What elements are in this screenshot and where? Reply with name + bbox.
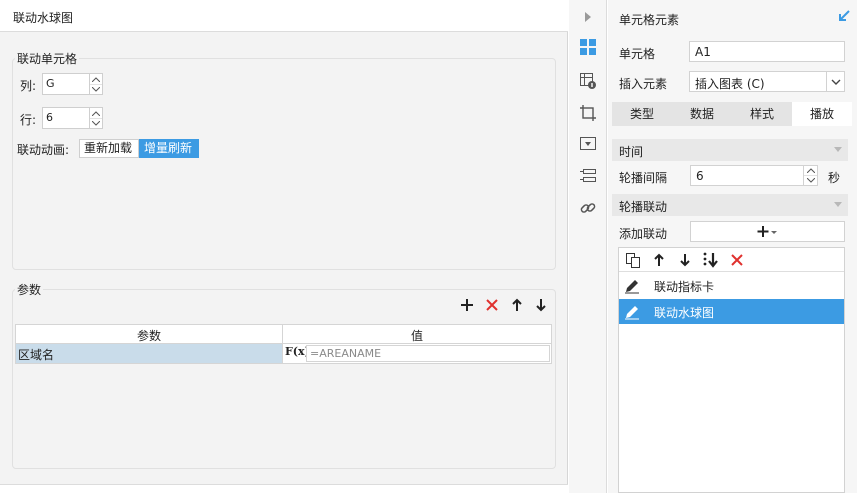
property-panel: 单元格元素 单元格 A1 插入元素 插入图表 (C) 类型 数据 样式 播放 时… <box>608 0 857 493</box>
param-value-input[interactable]: =AREANAME <box>306 345 550 362</box>
tab-bar: 类型 数据 样式 播放 <box>612 102 852 126</box>
pencil-icon <box>625 280 639 294</box>
add-dropdown-icon <box>757 225 777 241</box>
list-item-name: 联动指标卡 <box>654 280 715 294</box>
time-section-title: 时间 <box>619 145 644 159</box>
chevron-up-icon[interactable] <box>90 74 102 84</box>
chevron-down-icon[interactable] <box>826 72 844 91</box>
tab-style[interactable]: 样式 <box>732 102 792 126</box>
interval-label: 轮播间隔 <box>619 171 668 185</box>
move-down-icon[interactable] <box>677 252 693 268</box>
anim-label: 联动动画: <box>17 143 70 157</box>
delete-icon[interactable] <box>484 298 500 316</box>
column-header-value: 值 <box>410 329 423 343</box>
reload-option[interactable]: 重新加载 <box>79 139 139 158</box>
incremental-refresh-option[interactable]: 增量刷新 <box>139 139 199 158</box>
insert-element-value: 插入图表 (C) <box>695 77 765 91</box>
chevron-up-icon[interactable] <box>90 108 102 118</box>
add-link-button[interactable] <box>690 221 845 242</box>
interval-value: 6 <box>696 169 704 183</box>
insert-element-label: 插入元素 <box>619 77 668 91</box>
list-item-selected[interactable]: 联动水球图 <box>619 299 844 324</box>
row-value: 6 <box>46 111 53 124</box>
table-row[interactable]: 区域名 <box>16 344 282 363</box>
insert-element-select[interactable]: 插入图表 (C) <box>689 71 845 92</box>
panel-title: 单元格元素 <box>619 13 680 27</box>
move-up-icon[interactable] <box>651 252 667 268</box>
settings-icon-strip <box>569 0 607 493</box>
cell-attribute-icon[interactable] <box>577 70 599 92</box>
col-label: 列: <box>20 79 37 93</box>
float-element-icon[interactable] <box>577 102 599 124</box>
pencil-icon <box>625 306 639 320</box>
collapse-arrow-icon[interactable] <box>837 9 851 23</box>
expand-arrow-icon[interactable] <box>577 6 599 28</box>
col-stepper[interactable]: G <box>42 73 103 95</box>
tab-data[interactable]: 数据 <box>672 102 732 126</box>
chevron-down-icon <box>834 202 842 207</box>
row-label: 行: <box>20 113 37 127</box>
dialog-title: 联动水球图 <box>13 11 74 25</box>
col-value: G <box>46 77 55 90</box>
table-header: 参数 值 <box>16 325 551 344</box>
tab-type[interactable]: 类型 <box>612 102 672 126</box>
chevron-down-icon[interactable] <box>804 175 817 185</box>
params-table: 参数 值 区域名 F(x) =AREANAME <box>15 324 552 364</box>
cell-element-icon[interactable] <box>577 36 599 58</box>
left-dialog: 联动水球图 联动单元格 列: G 行: 6 联动动画: 重新加载 增量刷新 参数 <box>0 0 568 493</box>
carousel-section-header[interactable]: 轮播联动 <box>612 194 848 216</box>
add-icon[interactable] <box>459 298 475 316</box>
move-to-bottom-icon[interactable] <box>703 252 719 268</box>
params-group-title: 参数 <box>15 281 44 298</box>
param-name-cell: 区域名 <box>18 348 55 362</box>
cell-value: A1 <box>695 45 711 59</box>
move-down-icon[interactable] <box>533 298 549 316</box>
cell-label: 单元格 <box>619 47 656 61</box>
param-value-text: =AREANAME <box>310 347 382 360</box>
chevron-down-icon[interactable] <box>90 84 102 94</box>
chevron-down-icon <box>834 147 842 152</box>
time-section-header[interactable]: 时间 <box>612 139 848 161</box>
dialog-bottom-bar <box>0 484 568 493</box>
cell-input[interactable]: A1 <box>689 41 845 62</box>
list-item-name: 联动水球图 <box>654 306 715 320</box>
list-toolbar <box>619 248 844 272</box>
chevron-up-icon[interactable] <box>804 166 817 175</box>
linked-cell-group-title: 联动单元格 <box>15 50 80 67</box>
column-header-param: 参数 <box>136 329 161 343</box>
add-link-label: 添加联动 <box>619 227 668 241</box>
move-up-icon[interactable] <box>509 298 525 316</box>
interval-stepper[interactable]: 6 <box>690 165 818 186</box>
hyperlink-icon[interactable] <box>577 197 599 219</box>
interval-unit: 秒 <box>828 171 841 185</box>
widget-settings-icon[interactable] <box>577 133 599 155</box>
carousel-section-title: 轮播联动 <box>619 200 668 214</box>
list-item[interactable]: 联动指标卡 <box>619 273 844 298</box>
params-group <box>12 289 556 469</box>
row-stepper[interactable]: 6 <box>42 107 103 129</box>
delete-icon[interactable] <box>729 252 745 268</box>
condition-attribute-icon[interactable] <box>577 165 599 187</box>
copy-icon[interactable] <box>625 252 641 268</box>
tab-play[interactable]: 播放 <box>792 102 852 126</box>
chevron-down-icon[interactable] <box>90 118 102 128</box>
dialog-titlebar: 联动水球图 <box>0 0 568 32</box>
linked-charts-list: 联动指标卡 联动水球图 <box>618 247 845 493</box>
